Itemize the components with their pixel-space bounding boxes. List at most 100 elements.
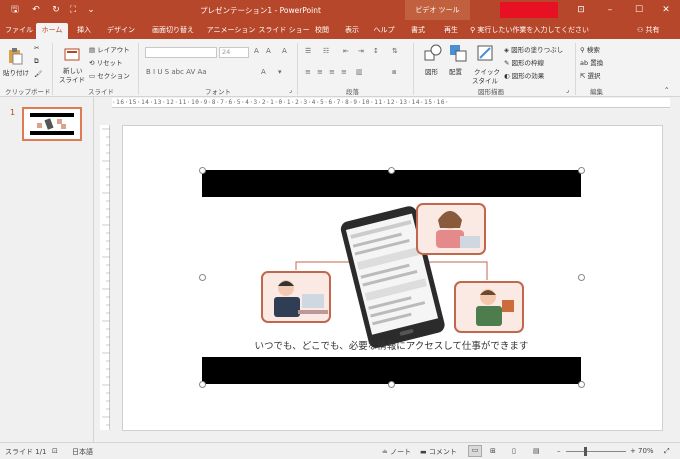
start-from-beginning-icon[interactable]: ⛶ (67, 4, 79, 16)
close-button[interactable]: ✕ (659, 4, 673, 16)
line-spacing-icon[interactable]: ↕ (373, 47, 379, 55)
slide-sorter-icon[interactable]: ⊞ (490, 447, 496, 455)
layout-button[interactable]: ▤ レイアウト (89, 44, 130, 54)
font-color-icon[interactable]: A (261, 68, 266, 76)
tab-view[interactable]: 表示 (340, 23, 364, 39)
drawing-dialog-launcher-icon[interactable]: ⌟ (566, 86, 569, 94)
font-color-dropdown-icon[interactable]: ▾ (278, 68, 282, 76)
font-name-box[interactable] (145, 47, 217, 58)
language-indicator[interactable]: 日本語 (72, 447, 93, 457)
zoom-out-button[interactable]: – (557, 447, 561, 455)
quick-styles-label-2[interactable]: スタイル (472, 75, 498, 85)
redo-icon[interactable]: ↻ (50, 4, 62, 16)
undo-icon[interactable]: ↶ (30, 4, 42, 16)
reading-view-icon[interactable]: ▯ (512, 447, 516, 455)
tab-design[interactable]: デザイン (102, 23, 140, 39)
tab-file[interactable]: ファイル (4, 23, 34, 39)
paint-bucket-icon: ◈ (504, 46, 509, 54)
grow-font-icon[interactable]: A (254, 47, 259, 55)
format-painter-icon[interactable]: 🖌 (34, 70, 42, 78)
align-center-icon[interactable]: ≡ (317, 68, 323, 76)
font-size-box[interactable]: 24 (219, 47, 249, 58)
tab-slideshow[interactable]: スライド ショー (258, 23, 310, 39)
columns-icon[interactable]: ▥ (356, 68, 363, 76)
tab-home[interactable]: ホーム (36, 23, 68, 39)
bullets-icon[interactable]: ☰ (305, 47, 311, 55)
cut-icon[interactable]: ✂ (34, 44, 39, 52)
notes-button[interactable]: ≐ ノート (382, 447, 411, 457)
format-buttons[interactable]: B I U S abc AV Aa (146, 68, 207, 76)
group-label-drawing: 図形描画 (478, 88, 504, 96)
select-label: 選択 (587, 72, 601, 80)
slide-picture[interactable]: いつでも、どこでも、必要な情報にアクセスして仕事ができます (202, 170, 581, 384)
pen-icon: ✎ (504, 59, 510, 67)
arrange-icon[interactable] (449, 44, 467, 62)
zoom-level[interactable]: 70% (638, 447, 654, 455)
shape-effects-button[interactable]: ◐ 図形の効果 (504, 70, 544, 80)
zoom-slider[interactable] (566, 447, 626, 456)
normal-view-icon[interactable]: ▭ (468, 445, 482, 457)
numbering-icon[interactable]: ☷ (323, 47, 329, 55)
resize-handle-nw[interactable] (199, 167, 206, 174)
replace-button[interactable]: ab 置換 (580, 57, 603, 67)
shape-outline-button[interactable]: ✎ 図形の枠線 (504, 57, 544, 67)
align-left-icon[interactable]: ≡ (305, 68, 311, 76)
shape-fill-button[interactable]: ◈ 図形の塗りつぶし (504, 44, 563, 54)
resize-handle-se[interactable] (578, 381, 585, 388)
tab-review[interactable]: 校閲 (310, 23, 334, 39)
find-label: 検索 (586, 46, 600, 54)
tab-help[interactable]: ヘルプ (370, 23, 398, 39)
find-button[interactable]: ⚲ 検索 (580, 44, 600, 54)
justify-icon[interactable]: ≡ (341, 68, 347, 76)
shapes-icon[interactable] (424, 44, 442, 62)
decrease-indent-icon[interactable]: ⇤ (343, 47, 349, 55)
increase-indent-icon[interactable]: ⇥ (358, 47, 364, 55)
shrink-font-icon[interactable]: A (266, 47, 271, 55)
tell-me-label: 実行したい作業を入力してください (477, 26, 589, 34)
zoom-slider-thumb[interactable] (584, 447, 587, 456)
spelling-check-icon[interactable]: ⊡ (52, 447, 58, 455)
resize-handle-e[interactable] (578, 274, 585, 281)
resize-handle-w[interactable] (199, 274, 206, 281)
section-button[interactable]: ▭ セクション (89, 70, 130, 80)
tab-transitions[interactable]: 画面切り替え (146, 23, 200, 39)
resize-handle-sw[interactable] (199, 381, 206, 388)
font-dialog-launcher-icon[interactable]: ⌟ (289, 86, 292, 94)
new-slide-label-2[interactable]: スライド (59, 74, 85, 84)
tell-me-box[interactable]: ⚲ 実行したい作業を入力してください (470, 23, 589, 37)
maximize-button[interactable]: ☐ (632, 4, 646, 16)
smartart-icon[interactable]: ⧈ (392, 68, 396, 77)
resize-handle-ne[interactable] (578, 167, 585, 174)
resize-handle-n[interactable] (388, 167, 395, 174)
collapse-ribbon-icon[interactable]: ⌃ (664, 86, 669, 94)
resize-handle-s[interactable] (388, 381, 395, 388)
paste-icon[interactable] (6, 47, 24, 65)
slide-thumbnail[interactable] (22, 107, 82, 141)
share-button[interactable]: ⚇ 共有 (637, 23, 660, 37)
ribbon-display-options-icon[interactable]: ⊡ (574, 4, 588, 16)
quick-styles-icon[interactable] (476, 44, 494, 62)
text-direction-icon[interactable]: ⇅ (392, 47, 398, 55)
tab-playback[interactable]: 再生 (438, 23, 464, 39)
tab-insert[interactable]: 挿入 (72, 23, 96, 39)
select-button[interactable]: ⇱ 選択 (580, 70, 601, 80)
shapes-label[interactable]: 図形 (425, 66, 438, 76)
slideshow-view-icon[interactable]: ▤ (533, 447, 540, 455)
comments-button[interactable]: ▬ コメント (420, 447, 457, 457)
minimize-button[interactable]: – (603, 4, 617, 16)
copy-icon[interactable]: ⧉ (34, 57, 39, 66)
paste-label[interactable]: 貼り付け (3, 67, 29, 77)
reset-button[interactable]: ⟲ リセット (89, 57, 123, 67)
tab-format[interactable]: 書式 (406, 23, 430, 39)
new-slide-icon[interactable] (63, 46, 81, 64)
align-right-icon[interactable]: ≡ (329, 68, 335, 76)
vertical-ruler (100, 125, 110, 430)
zoom-in-button[interactable]: + (630, 447, 636, 455)
tab-animations[interactable]: アニメーション (204, 23, 258, 39)
arrange-label[interactable]: 配置 (449, 66, 462, 76)
save-icon[interactable]: 🖫 (9, 4, 21, 16)
clear-formatting-icon[interactable]: A (282, 47, 287, 55)
fit-to-window-icon[interactable]: ⤢ (664, 447, 670, 456)
lightbulb-icon: ⚲ (470, 26, 476, 34)
quick-access-dropdown-icon[interactable]: ⌄ (85, 4, 97, 16)
